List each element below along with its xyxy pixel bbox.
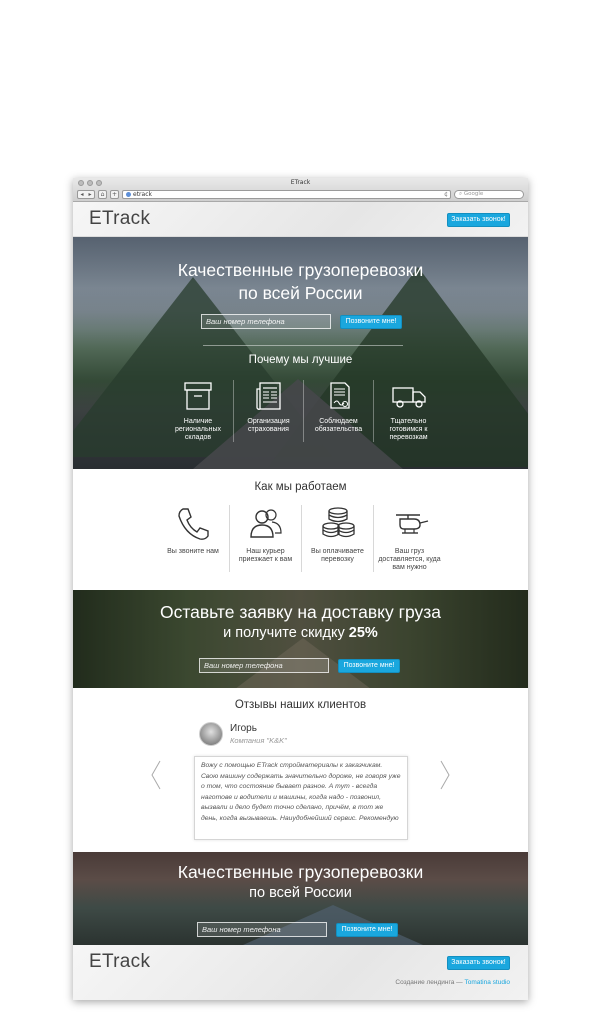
- feature-item: Наличие региональных складов: [163, 380, 233, 442]
- users-icon: [249, 509, 282, 538]
- feature-item: Тщательно готовимся к перевозкам: [373, 380, 443, 442]
- how-we-work-section: Как мы работаем Вы звоните нам Наш курье…: [73, 469, 528, 590]
- credits: Создание лендинга — Tomatina studio: [395, 979, 510, 986]
- home-button[interactable]: ⌂: [98, 190, 107, 199]
- globe-icon: [126, 192, 131, 197]
- studio-link[interactable]: Tomatina studio: [464, 979, 510, 986]
- reviews-section: Отзывы наших клиентов Игорь Компания "K&…: [73, 688, 528, 852]
- footer-logo[interactable]: ETrack: [89, 951, 150, 973]
- feature-label: Организация страхования: [247, 418, 290, 433]
- step-item: Вы звоните нам: [157, 505, 229, 572]
- step-item: Ваш груз доставляется, куда вам нужно: [373, 505, 445, 572]
- phone-input[interactable]: [197, 922, 327, 937]
- discount-value: 25%: [348, 625, 378, 641]
- feature-label: Тщательно готовимся к перевозкам: [389, 418, 428, 441]
- chevron-left-icon[interactable]: [151, 760, 161, 790]
- reviewer-name: Игорь: [230, 723, 257, 734]
- feature-item: Соблюдаем обязательства: [303, 380, 373, 442]
- promo-subtitle-text: и получите скидку: [223, 625, 349, 641]
- browser-search-field[interactable]: ⌕ Google: [454, 190, 524, 199]
- browser-window: ETrack ◂ ▸ ⌂ + etrack ¢ ⌕ Google ETrack …: [73, 178, 528, 1000]
- review-text: Вожу с помощью ETrack стройматериалы к з…: [194, 756, 408, 840]
- bottom-hero-title-line1: Качественные грузоперевозки: [177, 862, 424, 882]
- feature-label: Наличие региональных складов: [174, 418, 222, 441]
- bottom-hero-form: Позвоните мне!: [197, 922, 398, 937]
- reload-icon[interactable]: ¢: [444, 191, 448, 198]
- hero-form: Позвоните мне!: [201, 314, 402, 329]
- logo[interactable]: ETrack: [89, 208, 150, 230]
- steps-list: Вы звоните нам Наш курьер приезжает к ва…: [157, 505, 445, 572]
- browser-toolbar: ◂ ▸ ⌂ + etrack ¢ ⌕ Google: [77, 189, 524, 200]
- divider: [203, 345, 403, 346]
- step-label: Ваш груз доставляется, куда вам нужно: [378, 548, 441, 571]
- call-me-button[interactable]: Позвоните мне!: [336, 922, 398, 937]
- newspaper-icon: [255, 382, 281, 410]
- title-bar: ETrack: [73, 178, 528, 188]
- promo-section: Оставьте заявку на доставку груза и полу…: [73, 590, 528, 688]
- promo-subtitle: и получите скидку 25%: [73, 625, 528, 641]
- helicopter-icon: [395, 514, 428, 534]
- hero-section: Качественные грузоперевозки по всей Росс…: [73, 237, 528, 469]
- step-label: Вы оплачиваете перевозку: [311, 548, 364, 563]
- phone-input[interactable]: [201, 314, 331, 329]
- footer-callback-button[interactable]: Заказать звонок!: [447, 956, 510, 970]
- features-list: Наличие региональных складов Организация…: [163, 380, 443, 442]
- forward-button[interactable]: ▸: [86, 191, 94, 198]
- search-placeholder: Google: [463, 191, 484, 197]
- bottom-hero-title-line2: по всей России: [249, 885, 352, 901]
- feature-item: Организация страхования: [233, 380, 303, 442]
- step-label: Наш курьер приезжает к вам: [238, 548, 293, 563]
- box-icon: [184, 382, 212, 410]
- call-me-button[interactable]: Позвоните мне!: [338, 658, 400, 673]
- callback-button[interactable]: Заказать звонок!: [447, 213, 510, 227]
- avatar: [199, 722, 223, 746]
- section-title: Отзывы наших клиентов: [234, 699, 367, 711]
- chevron-right-icon[interactable]: [440, 760, 450, 790]
- back-button[interactable]: ◂: [78, 191, 86, 198]
- why-title: Почему мы лучшие: [248, 354, 353, 366]
- truck-icon: [391, 387, 426, 408]
- hero-title-line1: Качественные грузоперевозки: [177, 260, 424, 280]
- promo-form: Позвоните мне!: [199, 658, 400, 673]
- address-text: etrack: [133, 191, 152, 198]
- hero-title: Качественные грузоперевозки по всей Росс…: [73, 259, 528, 305]
- add-bookmark-button[interactable]: +: [110, 190, 119, 199]
- bottom-hero-section: Качественные грузоперевозки по всей Росс…: [73, 852, 528, 945]
- step-item: Вы оплачиваете перевозку: [301, 505, 373, 572]
- promo-title: Оставьте заявку на доставку груза: [159, 602, 442, 622]
- phone-input[interactable]: [199, 658, 329, 673]
- coins-icon: [321, 507, 355, 538]
- reviewer-company: Компания "K&K": [230, 736, 287, 745]
- site-footer: ETrack Заказать звонок! Создание лендинг…: [73, 945, 528, 1000]
- history-buttons: ◂ ▸: [77, 190, 95, 199]
- hero-title-line2: по всей России: [238, 283, 363, 303]
- step-label: Вы звоните нам: [167, 548, 219, 555]
- section-title: Как мы работаем: [254, 481, 347, 493]
- browser-chrome: ETrack ◂ ▸ ⌂ + etrack ¢ ⌕ Google: [73, 178, 528, 202]
- call-me-button[interactable]: Позвоните мне!: [340, 314, 402, 329]
- window-title: ETrack: [290, 179, 311, 186]
- site-header: ETrack Заказать звонок!: [73, 202, 528, 237]
- credits-text: Создание лендинга —: [395, 979, 465, 986]
- address-bar[interactable]: etrack ¢: [122, 190, 451, 199]
- contract-icon: [329, 382, 350, 409]
- step-item: Наш курьер приезжает к вам: [229, 505, 301, 572]
- feature-label: Соблюдаем обязательства: [314, 418, 363, 433]
- phone-icon: [178, 508, 209, 540]
